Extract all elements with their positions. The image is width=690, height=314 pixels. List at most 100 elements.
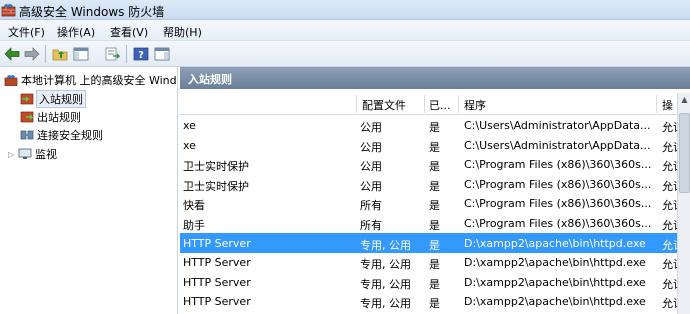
cell-action: 允许 — [662, 277, 677, 291]
table-row[interactable]: xe 公用 是 C:\Users\Administrator\AppData... 允许 — [180, 115, 677, 135]
toolbar-separator — [45, 45, 46, 63]
cell-program: C:\Program Files (x86)\360\360s... — [464, 158, 652, 172]
back-arrow-icon[interactable] — [2, 44, 22, 64]
table-row[interactable]: xe 公用 是 C:\Users\Administrator\AppData... 允许 — [180, 135, 677, 155]
tree-item-label: 出站规则 — [37, 111, 81, 124]
cell-program: D:\xampp2\apache\bin\httpd.exe — [464, 236, 646, 250]
cell-profile: 所有 — [360, 219, 382, 232]
cell-action: 允许 — [662, 297, 677, 311]
column-divider[interactable] — [458, 95, 459, 113]
cell-program: D:\xampp2\apache\bin\httpd.exe — [464, 295, 646, 309]
cell-profile: 公用 — [360, 121, 382, 134]
column-header-action[interactable]: 操 — [662, 97, 673, 113]
cell-profile: 所有 — [360, 199, 382, 213]
toolbar-separator — [126, 45, 127, 63]
tree-root[interactable]: 本地计算机 上的高级安全 Wind — [4, 71, 177, 89]
cell-enabled: 是 — [429, 199, 440, 213]
scroll-up-icon[interactable]: ▲ — [679, 94, 690, 106]
cell-name: HTTP Server — [183, 236, 251, 250]
show-hide-tree-icon[interactable] — [71, 44, 91, 64]
cell-enabled: 是 — [429, 179, 440, 193]
column-header-enabled[interactable]: 已... — [429, 97, 451, 113]
tree-root-label: 本地计算机 上的高级安全 Wind — [21, 74, 177, 87]
firewall-icon — [4, 74, 18, 87]
cell-enabled: 是 — [429, 140, 440, 154]
cell-action: 允许 — [662, 199, 677, 213]
cell-program: C:\Program Files (x86)\360\360s... — [464, 217, 652, 230]
panel-title: 入站规则 — [188, 73, 232, 86]
expand-triangle-icon[interactable]: ▷ — [8, 150, 18, 159]
help-icon[interactable]: ? — [131, 44, 151, 64]
console-tree: 本地计算机 上的高级安全 Wind 入站规则 出站规则 连接安全规则 ▷ 监视 — [0, 67, 178, 314]
tree-item-label: 连接安全规则 — [37, 129, 103, 142]
window-title: 高级安全 Windows 防火墙 — [19, 5, 165, 19]
table-row[interactable]: HTTP Server 专用, 公用 是 D:\xampp2\apache\bin\h… — [180, 232, 677, 253]
table-row[interactable]: 助手 所有 是 C:\Program Files (x86)\360\360s... 允… — [180, 213, 677, 233]
column-header-row: 配置文件 已... 程序 操 — [180, 93, 677, 115]
table-row[interactable]: HTTP Server 专用, 公用 是 D:\xampp2\apache\bin\h… — [180, 291, 677, 311]
cell-program: C:\Users\Administrator\AppData... — [464, 119, 651, 132]
cell-profile: 专用, 公用 — [360, 297, 411, 311]
up-folder-icon[interactable] — [50, 44, 70, 64]
details-pane: 入站规则 配置文件 已... 程序 操 xe 公用是 C:\Users\Admini… — [180, 67, 690, 314]
cell-action: 允许 — [662, 121, 677, 134]
table-row[interactable]: 快看 所有 是 C:\Program Files (x86)\360\360s... 允… — [180, 193, 677, 213]
cell-name: 快看 — [183, 199, 205, 213]
menu-help[interactable]: 帮助(H) — [163, 24, 202, 40]
cell-profile: 专用, 公用 — [360, 238, 411, 252]
cell-profile: 专用, 公用 — [360, 277, 411, 291]
table-row[interactable]: 卫士实时保护 公用 是 C:\Program Files (x86)\360\360s… — [180, 154, 677, 174]
cell-action: 允许 — [662, 160, 677, 174]
cell-program: C:\Program Files (x86)\360\360s... — [464, 197, 652, 211]
menu-view[interactable]: 查看(V) — [110, 24, 148, 40]
cell-name: 卫士实时保护 — [183, 179, 249, 193]
forward-arrow-icon[interactable] — [22, 44, 42, 64]
cell-enabled: 是 — [429, 121, 440, 134]
cell-enabled: 是 — [429, 219, 440, 232]
svg-text:?: ? — [138, 50, 144, 61]
cell-action: 允许 — [662, 238, 677, 252]
table-row[interactable]: HTTP Server 专用, 公用 是 D:\xampp2\apache\bin\h… — [180, 272, 677, 292]
cell-enabled: 是 — [429, 160, 440, 174]
column-header-program[interactable]: 程序 — [464, 97, 486, 113]
show-hide-action-pane-icon[interactable] — [152, 44, 172, 64]
cell-action: 允许 — [662, 140, 677, 154]
cell-profile: 专用, 公用 — [360, 258, 411, 272]
cell-name: 助手 — [183, 219, 205, 232]
column-divider[interactable] — [656, 95, 657, 113]
connection-security-icon — [20, 129, 34, 141]
panel-header: 入站规则 — [180, 67, 690, 89]
cell-program: D:\xampp2\apache\bin\httpd.exe — [464, 275, 646, 289]
vertical-scrollbar[interactable]: ▲ — [677, 93, 690, 314]
cell-program: C:\Program Files (x86)\360\360s... — [464, 177, 652, 191]
table-row[interactable]: HTTP Server 专用, 公用 是 D:\xampp2\apache\bin\h… — [180, 252, 677, 272]
table-row[interactable]: 卫士实时保护 公用 是 C:\Program Files (x86)\360\360s… — [180, 174, 677, 194]
cell-name: HTTP Server — [183, 295, 251, 309]
cell-enabled: 是 — [429, 297, 440, 311]
menu-file[interactable]: 文件(F) — [8, 24, 45, 40]
tree-item-outbound-rules[interactable]: 出站规则 — [20, 108, 81, 126]
cell-name: xe — [183, 119, 196, 132]
cell-program: C:\Users\Administrator\AppData... — [464, 138, 651, 152]
cell-enabled: 是 — [429, 238, 440, 252]
column-header-profile[interactable]: 配置文件 — [362, 97, 406, 113]
cell-action: 允许 — [662, 179, 677, 193]
cell-profile: 公用 — [360, 160, 382, 174]
cell-program: D:\xampp2\apache\bin\httpd.exe — [464, 256, 646, 270]
column-divider[interactable] — [356, 95, 357, 113]
menu-bar: 文件(F) 操作(A) 查看(V) 帮助(H) — [0, 20, 690, 41]
firewall-icon — [1, 2, 16, 17]
tree-item-monitoring[interactable]: ▷ 监视 — [8, 145, 57, 163]
export-list-icon[interactable] — [102, 44, 122, 64]
cell-enabled: 是 — [429, 277, 440, 291]
cell-name: xe — [183, 138, 196, 152]
cell-action: 允许 — [662, 219, 677, 232]
menu-action[interactable]: 操作(A) — [57, 24, 95, 40]
tree-item-connection-security-rules[interactable]: 连接安全规则 — [20, 126, 103, 144]
cell-name: HTTP Server — [183, 256, 251, 270]
scrollbar-thumb[interactable] — [679, 113, 690, 193]
tree-item-inbound-rules[interactable]: 入站规则 — [20, 90, 86, 108]
outbound-rules-icon — [20, 111, 34, 123]
toolbar: ? — [0, 41, 690, 67]
column-divider[interactable] — [424, 95, 425, 113]
